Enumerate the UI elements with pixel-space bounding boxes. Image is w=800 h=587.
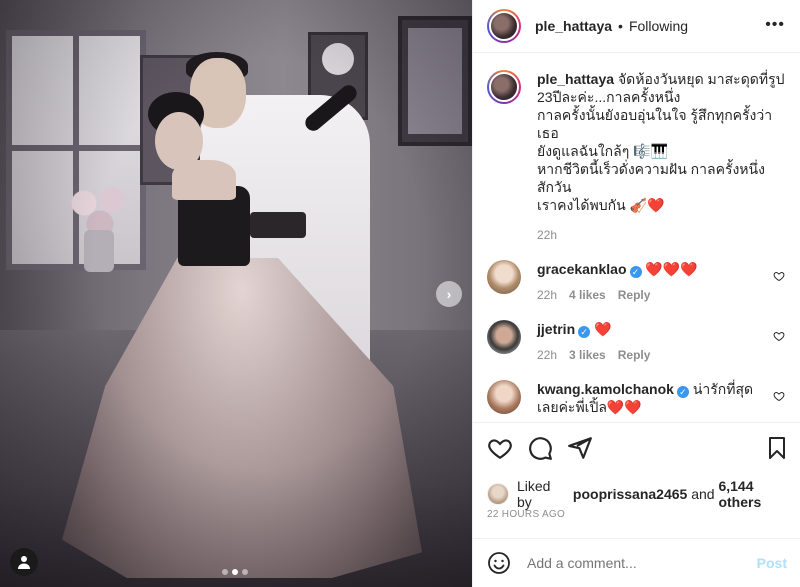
comment-icon[interactable] — [527, 435, 553, 461]
comment-username[interactable]: jjetrin — [537, 321, 575, 337]
more-icon[interactable]: ••• — [765, 16, 785, 34]
comment-item: jjetrin ✓ ❤️ 22h 3 likes Reply — [487, 320, 785, 364]
comment-text: ❤️❤️❤️ — [645, 261, 698, 277]
post-comment-button[interactable]: Post — [757, 555, 787, 571]
caption-line: กาลครั้งนั้นยังอบอุ่นในใจ รู้สึกทุกครั้ง… — [537, 107, 773, 141]
share-icon[interactable] — [567, 435, 593, 461]
comment-like-heart-icon[interactable] — [773, 270, 785, 282]
comment-text: น่ารักที่สุด — [692, 381, 754, 397]
comment-time[interactable]: 22h — [537, 346, 557, 364]
comment-item: gracekanklao ✓ ❤️❤️❤️ 22h 4 likes Reply — [487, 260, 785, 304]
instagram-post: › ple_hattaya • Following ••• ple_hattay… — [0, 0, 800, 587]
caption-time[interactable]: 22h — [537, 226, 785, 244]
author-username[interactable]: ple_hattaya — [535, 18, 612, 34]
carousel-dot — [242, 569, 248, 575]
carousel-next-button[interactable]: › — [436, 281, 462, 307]
bookmark-icon[interactable] — [765, 435, 789, 461]
comment-like-heart-icon[interactable] — [773, 390, 785, 402]
add-comment-bar: Post — [473, 538, 800, 587]
caption-line: เราคงได้พบกัน 🎻❤️ — [537, 197, 665, 213]
likes-middle: and — [691, 486, 715, 502]
post-caption: ple_hattaya จัดห้องวันหยุด มาสะดุดที่รูป… — [487, 70, 785, 244]
reply-button[interactable]: Reply — [618, 286, 651, 304]
caption-line: จัดห้องวันหยุด มาสะดุดที่รูป — [617, 71, 785, 87]
comments-list[interactable]: ple_hattaya จัดห้องวันหยุด มาสะดุดที่รูป… — [473, 54, 800, 422]
caption-line: หากชีวิตนี้เร็วดั่งความฝัน กาลครั้งหนึ่ง… — [537, 161, 765, 195]
comment-username[interactable]: gracekanklao — [537, 261, 627, 277]
post-timestamp[interactable]: 22 HOURS AGO — [487, 509, 565, 520]
photo-vignette — [0, 0, 472, 587]
comment-like-heart-icon[interactable] — [773, 330, 785, 342]
caption-line: 23ปีละค่ะ...กาลครั้งหนึ่ง — [537, 89, 681, 105]
comment-likes[interactable]: 3 likes — [569, 346, 606, 364]
comment-time[interactable]: 22h — [537, 286, 557, 304]
chevron-right-icon: › — [446, 286, 452, 302]
likes-prefix: Liked by — [516, 478, 551, 510]
verified-badge-icon: ✓ — [578, 326, 591, 338]
caption-line: ยังดูแลฉันใกล้ๆ 🎼🎹 — [537, 143, 669, 159]
comment-input[interactable] — [527, 555, 747, 571]
user-tag-icon — [18, 556, 30, 569]
separator-dot: • — [618, 18, 623, 34]
reply-button[interactable]: Reply — [618, 346, 651, 364]
caption-username[interactable]: ple_hattaya — [537, 71, 614, 87]
carousel-dot-active — [232, 569, 238, 575]
liker-username[interactable]: pooprissana2465 — [573, 486, 687, 502]
caption-avatar[interactable] — [487, 70, 521, 104]
post-actions-bar — [473, 422, 800, 472]
author-avatar[interactable] — [487, 9, 521, 43]
verified-badge-icon: ✓ — [629, 266, 642, 278]
likes-summary: Liked by pooprissana2465 and 6,144 other… — [487, 478, 800, 510]
carousel-indicator — [222, 569, 248, 575]
caption-text: ple_hattaya จัดห้องวันหยุด มาสะดุดที่รูป… — [537, 70, 785, 244]
comment-avatar[interactable] — [487, 320, 521, 354]
comment-avatar[interactable] — [487, 380, 521, 414]
comment-username[interactable]: kwang.kamolchanok — [537, 381, 674, 397]
comment-item: kwang.kamolchanok ✓ น่ารักที่สุด เลยค่ะพี… — [487, 380, 785, 416]
comment-text: ❤️ — [594, 321, 612, 337]
verified-badge-icon: ✓ — [676, 386, 689, 398]
post-header: ple_hattaya • Following ••• — [473, 0, 800, 53]
comment-avatar[interactable] — [487, 260, 521, 294]
comment-likes[interactable]: 4 likes — [569, 286, 606, 304]
post-side-panel: ple_hattaya • Following ••• ple_hattaya … — [472, 0, 800, 587]
user-tag-button[interactable] — [10, 548, 38, 576]
liker-avatar[interactable] — [487, 483, 509, 505]
post-photo[interactable]: › — [0, 0, 472, 587]
comment-text-continued: เลยค่ะพี่เปิ้ล❤️❤️ — [537, 399, 642, 415]
carousel-dot — [222, 569, 228, 575]
emoji-icon[interactable] — [487, 551, 511, 575]
heart-icon[interactable] — [487, 435, 513, 461]
likes-count-link[interactable]: 6,144 others — [718, 478, 800, 510]
follow-status-button[interactable]: Following — [629, 18, 688, 34]
